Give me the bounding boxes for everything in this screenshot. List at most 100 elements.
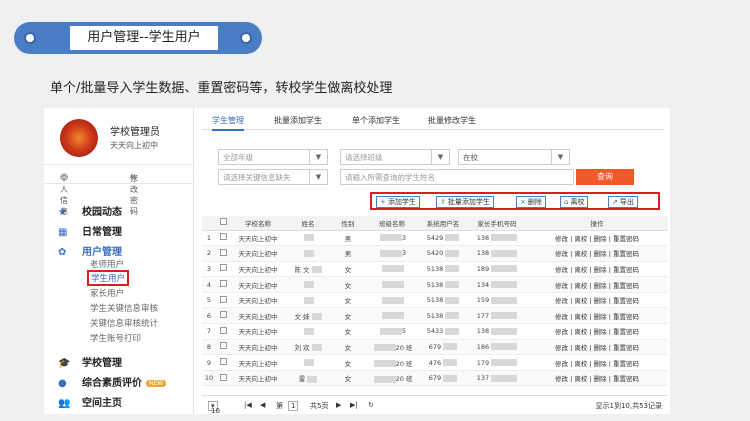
col-sex[interactable]: 性别 — [330, 216, 366, 231]
sidebar-item-user-management[interactable]: ✿ 用户管理 — [58, 243, 122, 258]
row-checkbox-cell[interactable] — [216, 370, 230, 387]
row-checkbox[interactable] — [219, 311, 227, 319]
page-size-select[interactable]: 10 ▾ — [208, 401, 220, 415]
row-checkbox-cell[interactable] — [216, 323, 230, 340]
sidebar-sub-account-print[interactable]: 学生账号打印 — [90, 332, 141, 344]
table-row[interactable]: 2 天天向上初中 男 3 5420 138 修改 | 离校 | 删除 | 重置密码 — [202, 245, 668, 262]
row-actions[interactable]: 修改 | 离校 | 删除 | 重置密码 — [526, 292, 668, 309]
table-row[interactable]: 3 天天向上初中陈 文女 5138 189 修改 | 离校 | 删除 | 重置密码 — [202, 261, 668, 278]
table-row[interactable]: 10 天天向上初中雷女 20 班 679 137 修改 | 离校 | 删除 | 重置密码 — [202, 370, 668, 387]
col-select[interactable] — [216, 216, 230, 231]
col-name[interactable]: 姓名 — [286, 216, 330, 231]
class-select[interactable]: 请选择班级 ▼ — [340, 149, 450, 165]
row-checkbox-cell[interactable] — [216, 354, 230, 371]
table-row[interactable]: 6 天天向上初中文 妹女 5138 177 修改 | 离校 | 删除 | 重置密码 — [202, 307, 668, 325]
avatar[interactable] — [60, 119, 98, 157]
row-checkbox[interactable] — [219, 248, 227, 256]
query-button[interactable]: 查询 — [576, 169, 634, 185]
redacted-block — [307, 375, 318, 383]
row-checkbox[interactable] — [219, 326, 227, 334]
key-info-select[interactable]: 请选择关键信息缺失 ▼ — [218, 169, 328, 185]
row-checkbox[interactable] — [219, 295, 227, 303]
row-index: 1 — [202, 230, 216, 247]
sidebar-item-space-home[interactable]: 👥 空间主页 — [58, 394, 122, 409]
next-page-button[interactable]: ▶ — [336, 401, 341, 409]
row-checkbox[interactable] — [219, 264, 227, 272]
select-all-checkbox[interactable] — [219, 218, 227, 226]
row-checkbox[interactable] — [219, 342, 227, 350]
row-checkbox-cell[interactable] — [216, 307, 230, 325]
table-row[interactable]: 9 天天向上初中 女 20 班 476 179 修改 | 离校 | 删除 | 重置密码 — [202, 354, 668, 371]
refresh-icon[interactable]: ↻ — [368, 401, 374, 409]
add-student-button[interactable]: + 添加学生 — [376, 196, 420, 208]
export-button[interactable]: ⇗ 导出 — [608, 196, 638, 208]
cell-school: 天天向上初中 — [230, 276, 286, 293]
row-actions[interactable]: 修改 | 离校 | 删除 | 重置密码 — [526, 230, 668, 247]
sidebar-item-daily-management[interactable]: ▦ 日常管理 — [58, 223, 122, 238]
row-actions[interactable]: 修改 | 离校 | 删除 | 重置密码 — [526, 276, 668, 293]
table-row[interactable]: 8 天天向上初中刘 欢女 20 班 679 186 修改 | 离校 | 删除 | 重置密码 — [202, 339, 668, 356]
status-select[interactable]: 在校 ▼ — [458, 149, 570, 165]
leave-school-button[interactable]: ⌂ 离校 — [560, 196, 589, 208]
batch-add-button[interactable]: ⇪ 批量添加学生 — [436, 196, 494, 208]
sidebar-sub-key-info-review[interactable]: 学生关键信息审核 — [90, 302, 158, 314]
sidebar-item-quality-evaluation[interactable]: ● 综合素质评价 NEW — [58, 374, 167, 389]
grade-select[interactable]: 全部年级 ▼ — [218, 149, 328, 165]
cell-school: 天天向上初中 — [230, 261, 286, 278]
row-actions[interactable]: 修改 | 离校 | 删除 | 重置密码 — [526, 370, 668, 387]
prev-page-button[interactable]: ◀ — [260, 401, 265, 409]
table-row[interactable]: 5 天天向上初中 女 5138 159 修改 | 离校 | 删除 | 重置密码 — [202, 292, 668, 309]
sidebar-sub-parent-users[interactable]: 家长用户 — [90, 287, 124, 299]
page-number-input[interactable]: 1 — [288, 401, 299, 411]
cell-sex: 男 — [330, 230, 366, 247]
cell-phone: 186 — [468, 339, 526, 356]
row-checkbox-cell[interactable] — [216, 261, 230, 278]
last-page-button[interactable]: ▶| — [350, 401, 358, 409]
tab-single-add[interactable]: 单个添加学生 — [352, 115, 400, 126]
row-checkbox[interactable] — [219, 358, 227, 366]
cell-username: 5138 — [418, 292, 468, 309]
sidebar-sub-key-info-stats[interactable]: 关键信息审核统计 — [90, 317, 158, 329]
row-checkbox-cell[interactable] — [216, 276, 230, 293]
graduation-cap-icon: 🎓 — [58, 358, 71, 369]
redacted-block — [311, 344, 322, 352]
row-actions[interactable]: 修改 | 离校 | 删除 | 重置密码 — [526, 261, 668, 278]
row-actions[interactable]: 修改 | 离校 | 删除 | 重置密码 — [526, 323, 668, 340]
sidebar-sub-teacher-users[interactable]: 老师用户 — [90, 258, 124, 270]
table-row[interactable]: 4 天天向上初中 女 5138 134 修改 | 离校 | 删除 | 重置密码 — [202, 276, 668, 293]
row-actions[interactable]: 修改 | 离校 | 删除 | 重置密码 — [526, 245, 668, 262]
cell-name — [286, 292, 330, 309]
row-checkbox-cell[interactable] — [216, 230, 230, 247]
cell-class — [366, 307, 418, 325]
col-class[interactable]: 班级名称 — [366, 216, 418, 231]
col-phone[interactable]: 家长手机号码 — [468, 216, 526, 231]
row-checkbox[interactable] — [219, 280, 227, 288]
col-school[interactable]: 学校名称 — [230, 216, 286, 231]
sidebar-item-campus-news[interactable]: ★ 校园动态 — [58, 203, 122, 218]
tab-batch-add[interactable]: 批量添加学生 — [274, 115, 322, 126]
table-row[interactable]: 1 天天向上初中 男 3 5429 138 修改 | 离校 | 删除 | 重置密码 — [202, 230, 668, 247]
sidebar-sub-student-users[interactable]: 学生用户 — [87, 270, 130, 286]
table-row[interactable]: 7 天天向上初中 女 5 5433 138 修改 | 离校 | 删除 | 重置密码 — [202, 323, 668, 340]
cell-phone: 137 — [468, 370, 526, 387]
record-summary: 显示1到10,共53记录 — [595, 402, 663, 410]
cell-sex: 女 — [330, 276, 366, 293]
first-page-button[interactable]: |◀ — [244, 401, 252, 409]
people-icon: 👥 — [58, 398, 71, 409]
tab-student-management[interactable]: 学生管理 — [212, 115, 244, 131]
delete-button[interactable]: × 删除 — [516, 196, 546, 208]
row-actions[interactable]: 修改 | 离校 | 删除 | 重置密码 — [526, 354, 668, 371]
redacted-block — [443, 359, 458, 367]
row-actions[interactable]: 修改 | 离校 | 删除 | 重置密码 — [526, 307, 668, 325]
row-actions[interactable]: 修改 | 离校 | 删除 | 重置密码 — [526, 339, 668, 356]
row-checkbox-cell[interactable] — [216, 245, 230, 262]
redacted-block — [373, 344, 396, 352]
row-checkbox-cell[interactable] — [216, 339, 230, 356]
student-name-input[interactable]: 请输入所需查询的学生姓名 — [340, 169, 574, 185]
sidebar-item-school-management[interactable]: 🎓 学校管理 — [58, 354, 122, 369]
row-checkbox[interactable] — [219, 233, 227, 241]
col-username[interactable]: 系统用户名 — [418, 216, 468, 231]
row-checkbox[interactable] — [219, 373, 227, 381]
row-checkbox-cell[interactable] — [216, 292, 230, 309]
tab-batch-edit[interactable]: 批量修改学生 — [428, 115, 476, 126]
